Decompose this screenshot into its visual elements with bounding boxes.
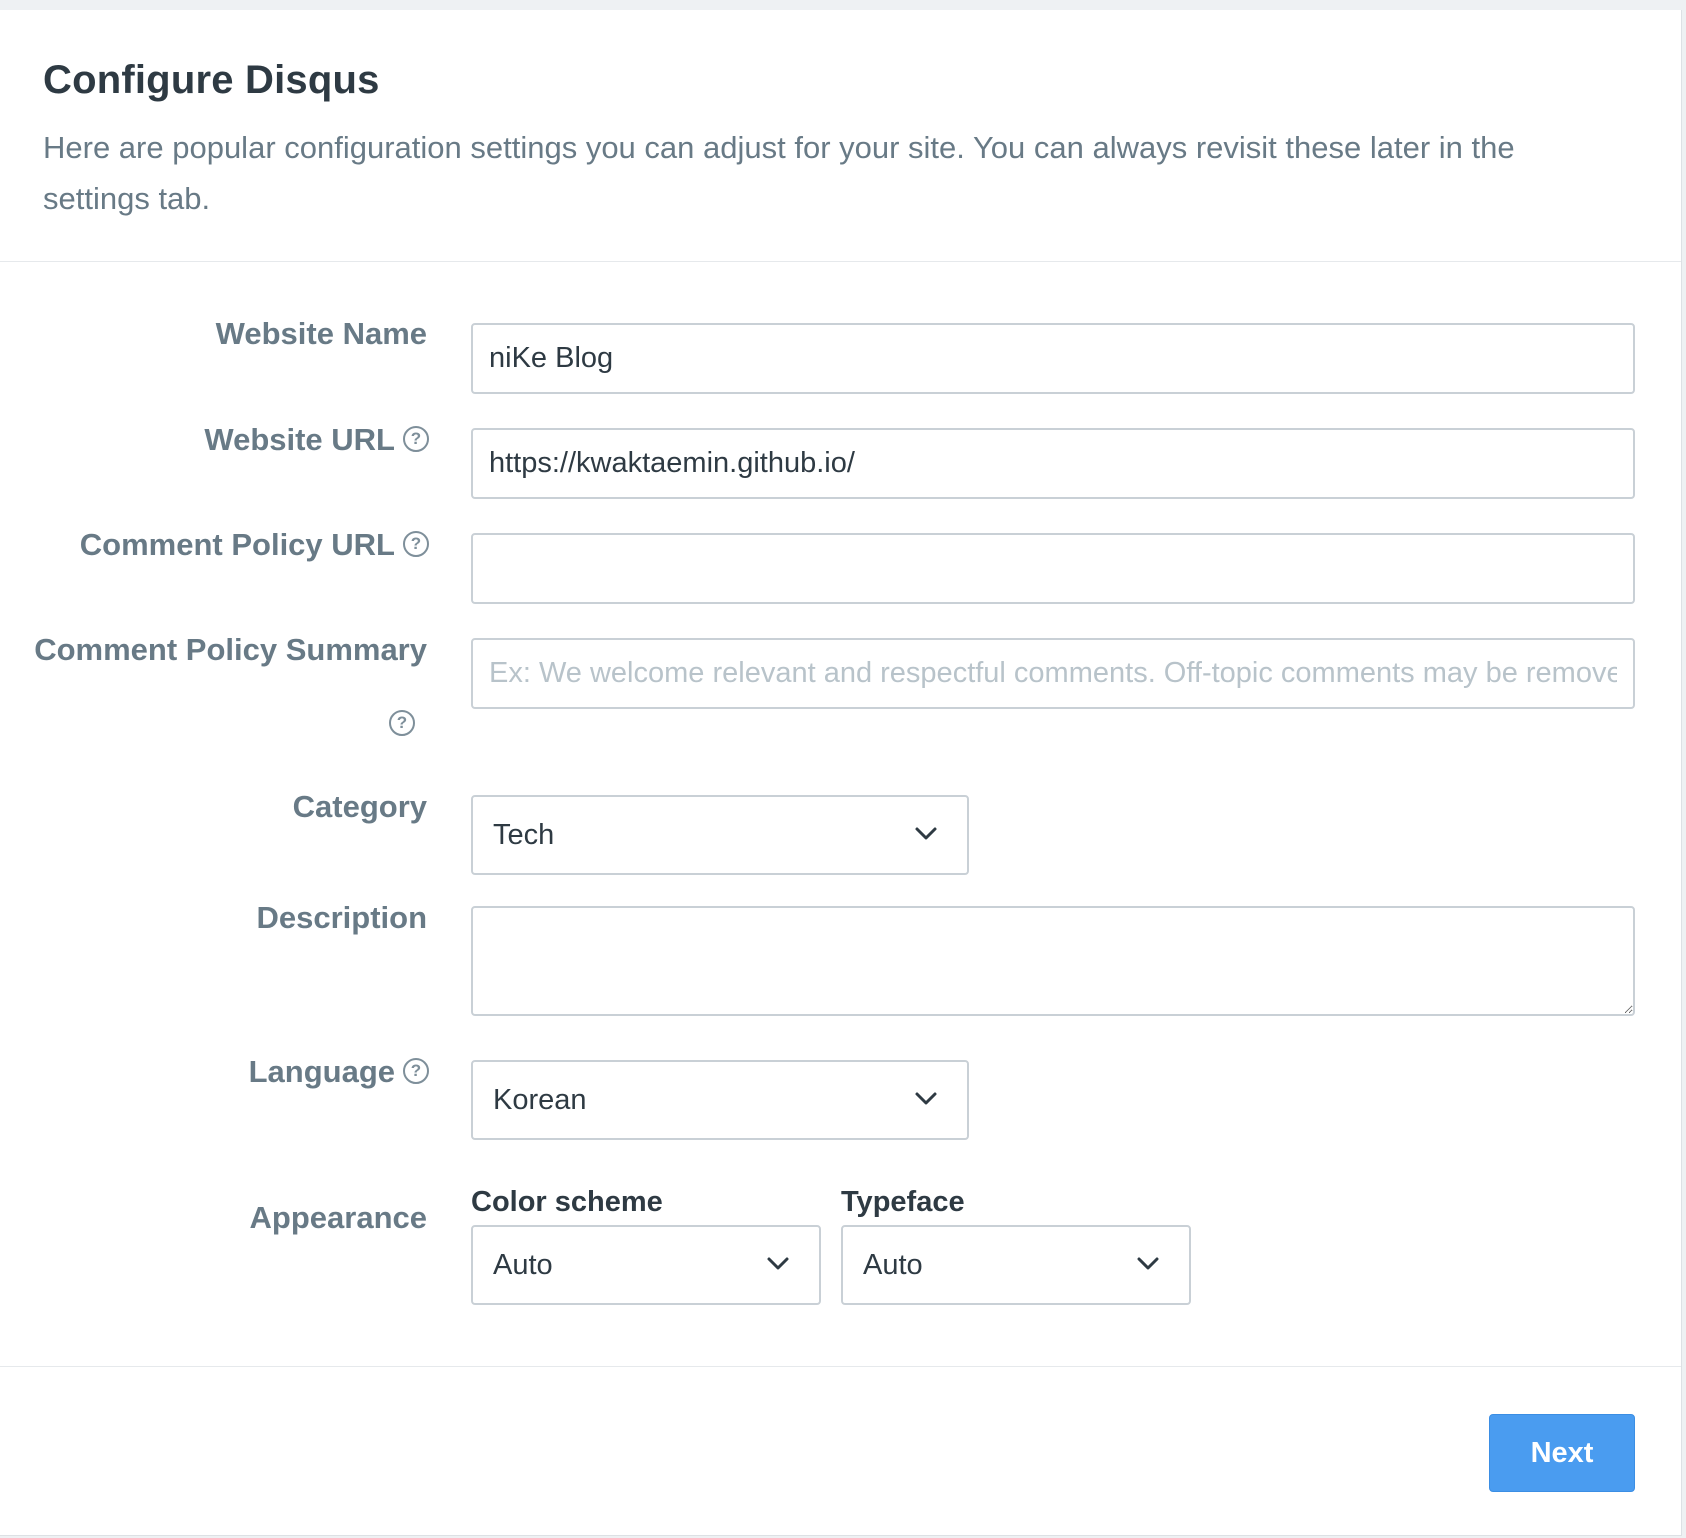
comment-policy-url-input[interactable] xyxy=(471,533,1635,604)
chevron-down-icon xyxy=(915,827,937,840)
panel-footer: Next xyxy=(0,1366,1681,1536)
language-label-text: Language xyxy=(248,1054,395,1089)
page-title: Configure Disqus xyxy=(43,58,380,102)
question-circle-icon[interactable]: ? xyxy=(389,710,415,736)
question-circle-icon[interactable]: ? xyxy=(403,530,429,557)
category-select[interactable]: Tech xyxy=(471,795,969,875)
typeface-label: Typeface xyxy=(841,1186,965,1218)
website-name-label: Website Name xyxy=(216,316,427,352)
question-circle-icon[interactable]: ? xyxy=(403,425,429,452)
chevron-down-icon xyxy=(1137,1257,1159,1270)
category-label-text: Category xyxy=(292,789,427,824)
panel-header: Configure Disqus Here are popular config… xyxy=(0,10,1681,262)
comment-policy-url-label: Comment Policy URL? xyxy=(80,527,429,563)
description-label: Description xyxy=(256,900,427,936)
website-url-input[interactable] xyxy=(471,428,1635,499)
description-textarea[interactable] xyxy=(471,906,1635,1016)
website-url-label: Website URL? xyxy=(204,422,429,458)
category-label: Category xyxy=(293,789,427,825)
website-url-label-text: Website URL xyxy=(204,422,395,457)
color-scheme-label: Color scheme xyxy=(471,1186,663,1218)
category-selected-value: Tech xyxy=(493,819,555,851)
description-label-text: Description xyxy=(256,900,427,935)
website-name-label-text: Website Name xyxy=(215,316,427,351)
page-subtitle: Here are popular configuration settings … xyxy=(43,130,1515,216)
appearance-label-text: Appearance xyxy=(249,1200,427,1235)
color-scheme-select[interactable]: Auto xyxy=(471,1225,821,1305)
language-label: Language? xyxy=(249,1054,429,1090)
language-selected-value: Korean xyxy=(493,1084,587,1116)
comment-policy-summary-label: Comment Policy Summary xyxy=(34,632,427,668)
typeface-select[interactable]: Auto xyxy=(841,1225,1191,1305)
chevron-down-icon xyxy=(915,1092,937,1105)
website-name-input[interactable] xyxy=(471,323,1635,394)
question-circle-icon[interactable]: ? xyxy=(403,1057,429,1084)
typeface-selected-value: Auto xyxy=(863,1249,923,1281)
comment-policy-summary-help[interactable]: ? xyxy=(389,710,415,736)
language-select[interactable]: Korean xyxy=(471,1060,969,1140)
next-button[interactable]: Next xyxy=(1489,1414,1635,1492)
appearance-label: Appearance xyxy=(250,1200,427,1236)
chevron-down-icon xyxy=(767,1257,789,1270)
color-scheme-selected-value: Auto xyxy=(493,1249,553,1281)
comment-policy-summary-input[interactable] xyxy=(471,638,1635,709)
comment-policy-summary-label-text: Comment Policy Summary xyxy=(34,632,427,667)
comment-policy-url-label-text: Comment Policy URL xyxy=(79,527,395,562)
configure-panel: Configure Disqus Here are popular config… xyxy=(0,10,1682,1536)
